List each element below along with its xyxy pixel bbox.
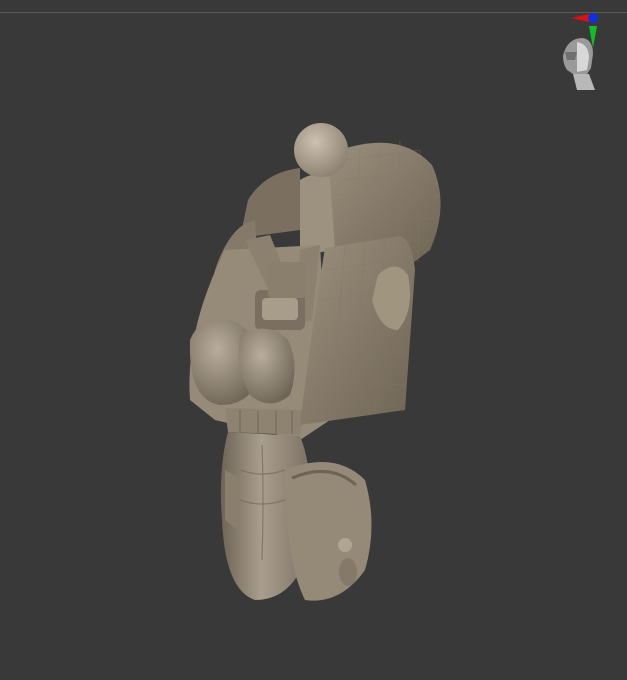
- sculpt-model[interactable]: [0, 0, 627, 680]
- head-sphere: [294, 123, 348, 177]
- hip-knob: [339, 558, 357, 586]
- neck: [300, 174, 335, 255]
- waist-belt: [225, 408, 305, 435]
- x-axis-arrow-icon: [571, 14, 589, 22]
- hip-armor: [285, 462, 372, 601]
- head-orientation-icon: [563, 38, 595, 90]
- z-axis-dot-icon: [588, 13, 598, 23]
- 3d-viewport[interactable]: [0, 0, 627, 680]
- orientation-gizmo[interactable]: [559, 12, 619, 96]
- hip-knob-top: [338, 538, 352, 552]
